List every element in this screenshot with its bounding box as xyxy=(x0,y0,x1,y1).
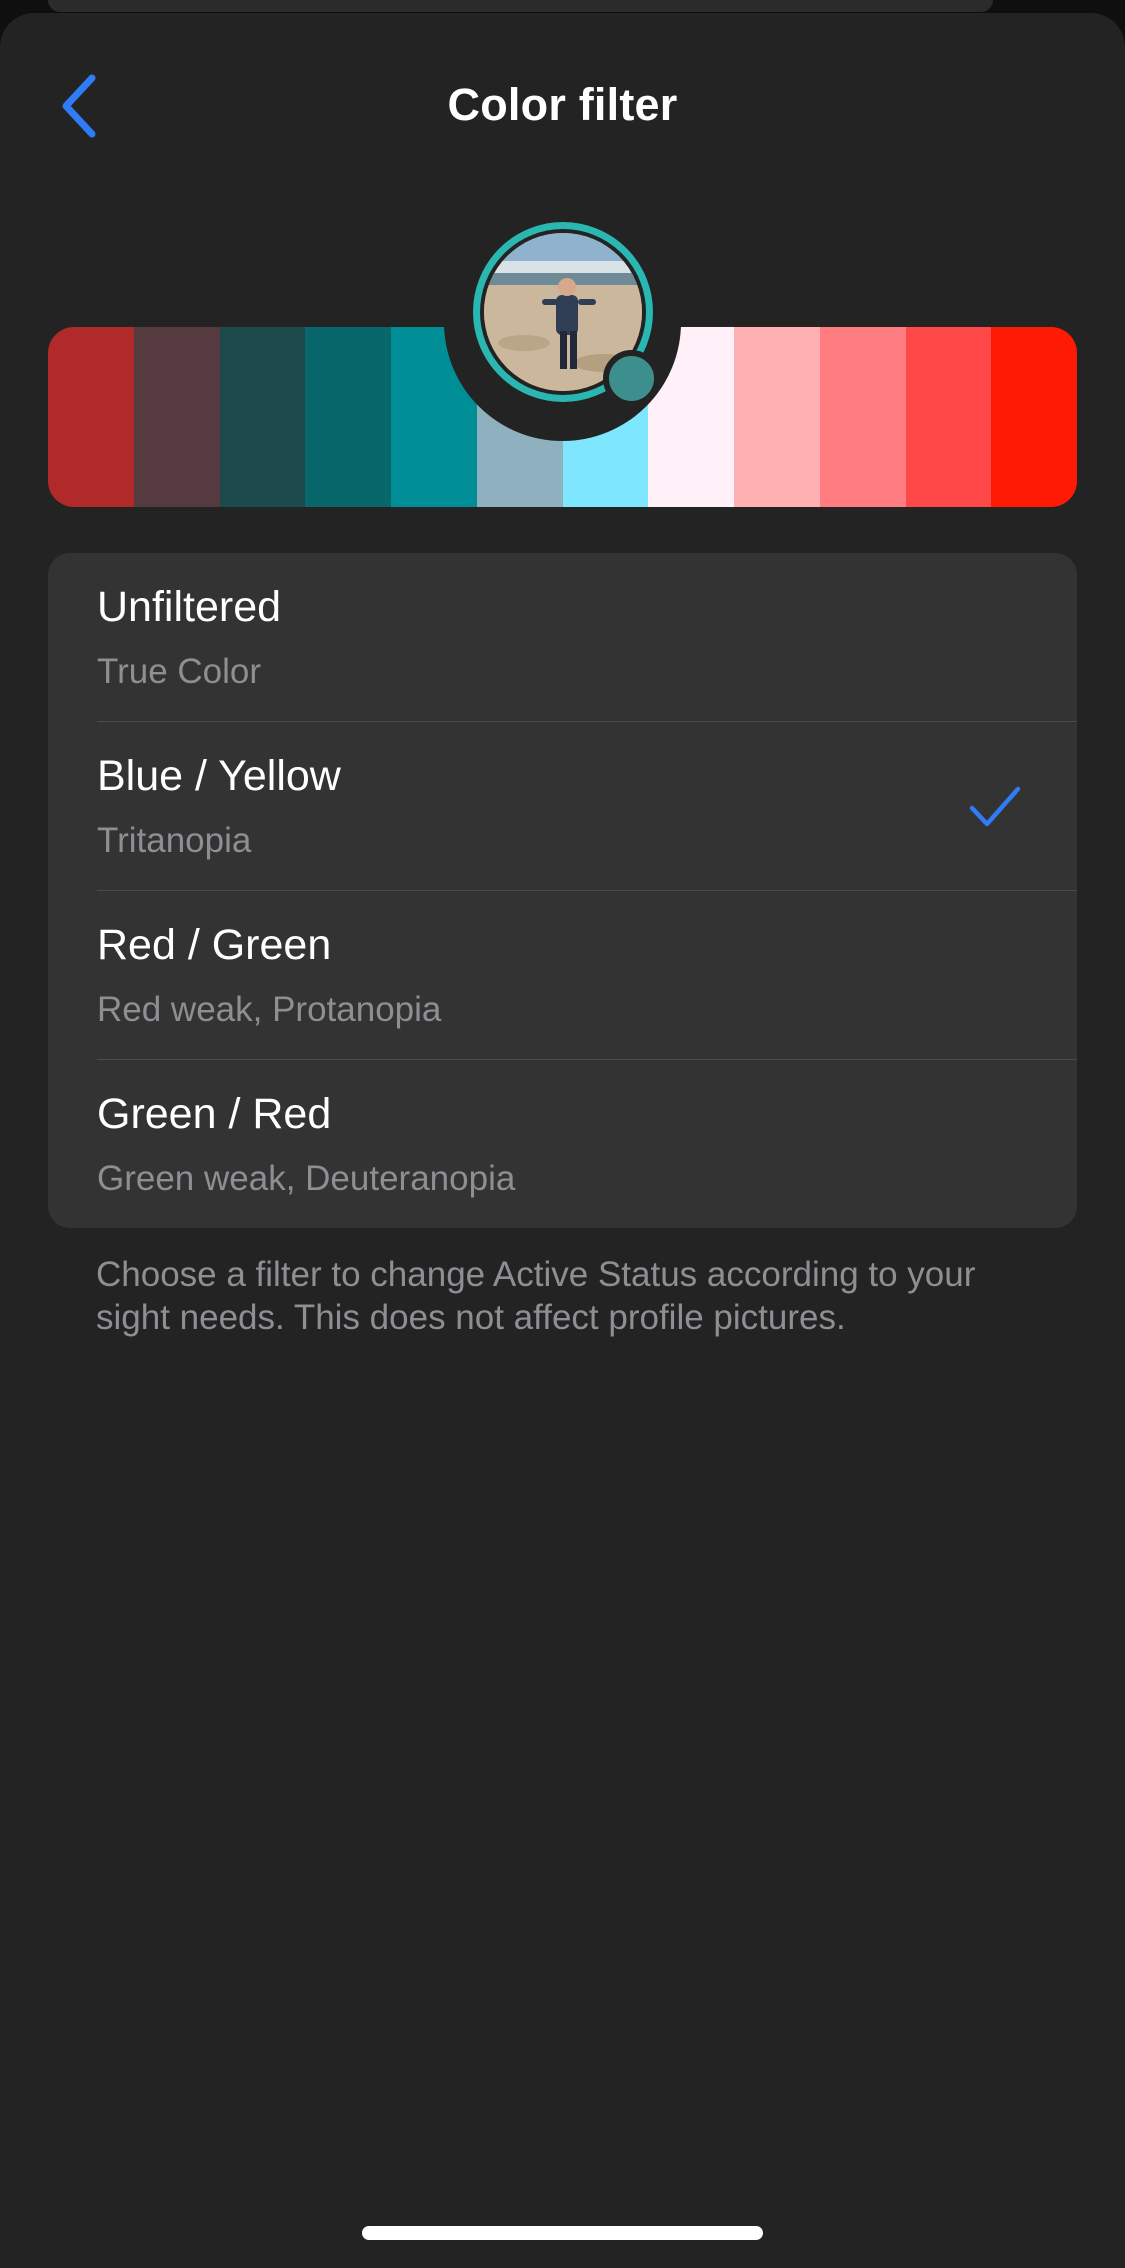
color-swatch xyxy=(133,327,220,507)
color-swatch xyxy=(48,327,134,507)
active-status-dot xyxy=(603,350,660,407)
footer-note: Choose a filter to change Active Status … xyxy=(96,1255,976,1337)
color-filter-sheet: Color filter Unfiltered True Color Blue … xyxy=(0,13,1125,2268)
color-swatch xyxy=(305,327,391,507)
option-blue-yellow[interactable]: Blue / Yellow Tritanopia xyxy=(48,722,1077,891)
option-unfiltered[interactable]: Unfiltered True Color xyxy=(48,553,1077,722)
color-swatch xyxy=(734,327,820,507)
home-indicator xyxy=(362,2226,763,2240)
option-subtitle: Green weak, Deuteranopia xyxy=(97,1159,516,1198)
option-subtitle: True Color xyxy=(97,652,262,691)
underlying-sheet xyxy=(48,0,993,12)
filter-options-list: Unfiltered True Color Blue / Yellow Trit… xyxy=(48,553,1077,1228)
checkmark-icon xyxy=(969,786,1021,827)
color-swatch xyxy=(991,327,1077,507)
option-title: Green / Red xyxy=(97,1090,332,1138)
color-swatch xyxy=(905,327,992,507)
option-title: Blue / Yellow xyxy=(97,752,341,800)
option-green-red[interactable]: Green / Red Green weak, Deuteranopia xyxy=(48,1060,1077,1228)
option-title: Unfiltered xyxy=(97,583,282,631)
color-swatch xyxy=(819,327,906,507)
option-subtitle: Red weak, Protanopia xyxy=(97,990,442,1029)
option-subtitle: Tritanopia xyxy=(97,821,252,860)
page-title: Color filter xyxy=(447,79,678,130)
option-title: Red / Green xyxy=(97,921,332,969)
option-red-green[interactable]: Red / Green Red weak, Protanopia xyxy=(48,891,1077,1060)
color-swatch xyxy=(219,327,306,507)
